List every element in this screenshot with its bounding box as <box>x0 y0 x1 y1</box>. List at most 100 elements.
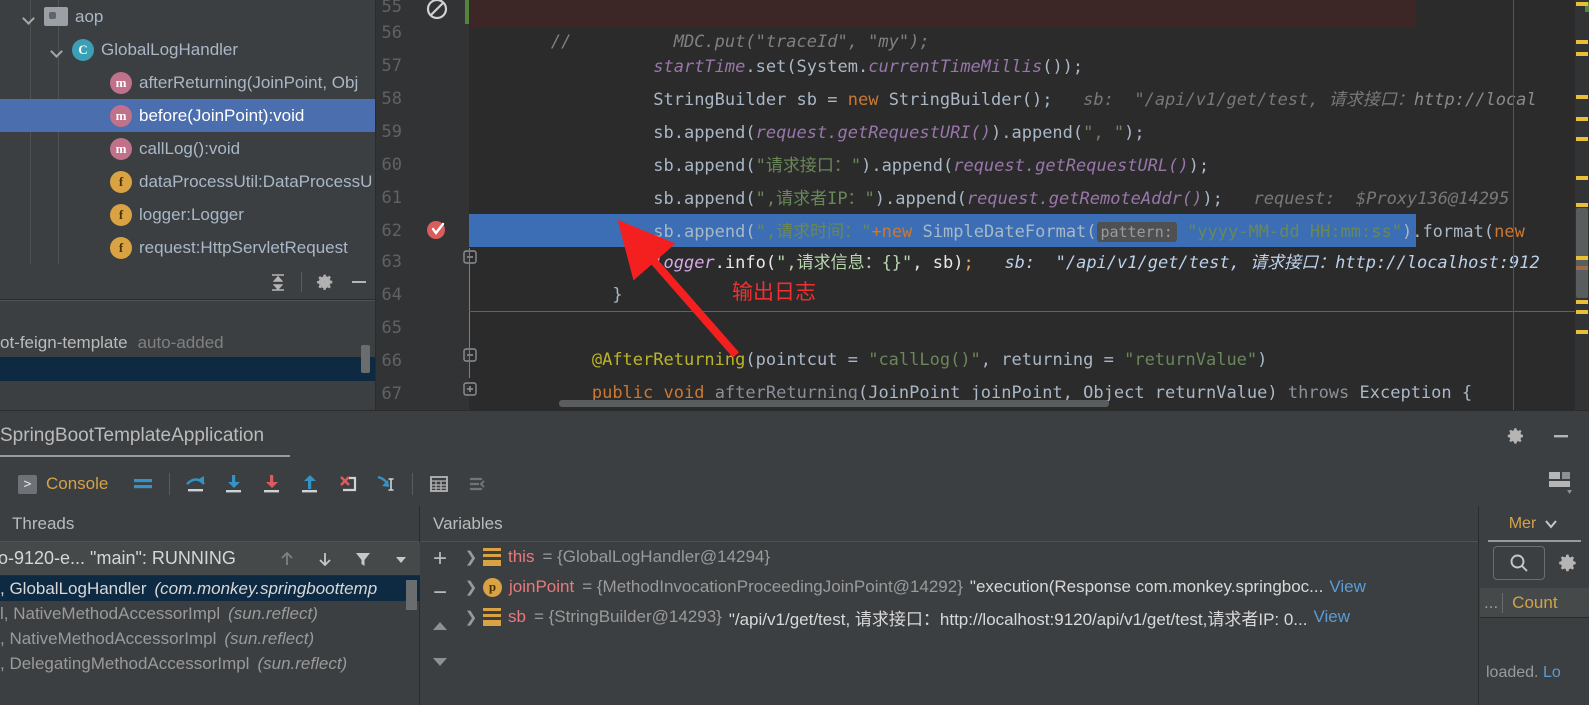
remove-watch-icon[interactable]: − <box>421 576 459 610</box>
structure-row-label: aop <box>75 6 104 26</box>
mini-panel-scrollbar[interactable] <box>361 345 370 373</box>
frame-row[interactable]: , GlobalLogHandler (com.monkey.springboo… <box>0 576 420 601</box>
variable-row-joinpoint[interactable]: ❯ p joinPoint = {MethodInvocationProceed… <box>459 572 1478 602</box>
memory-load-link[interactable]: Lo <box>1543 664 1561 681</box>
structure-row-afterreturning[interactable]: m afterReturning(JoinPoint, Obj <box>0 66 375 99</box>
mini-panel-row[interactable]: ot-feign-template auto-added <box>0 329 375 357</box>
filter-icon[interactable] <box>344 542 382 576</box>
toolbar-divider <box>301 271 302 292</box>
editor-right-margin <box>1513 0 1514 410</box>
chevron-down-icon[interactable] <box>382 542 420 576</box>
stripe-warning-marker[interactable] <box>1576 330 1588 334</box>
stripe-warning-marker[interactable] <box>1576 95 1588 99</box>
editor-horizontal-scrollbar[interactable] <box>559 400 1109 407</box>
step-over-icon[interactable] <box>177 467 215 501</box>
chevron-down-icon[interactable] <box>22 10 36 24</box>
structure-row-globalloghandler[interactable]: C GlobalLogHandler <box>0 33 375 66</box>
stripe-warning-marker[interactable] <box>1576 40 1588 44</box>
stripe-warning-marker[interactable] <box>1576 117 1588 121</box>
variable-row-this[interactable]: ❯ this = {GlobalLogHandler@14294} <box>459 542 1478 572</box>
run-to-cursor-icon[interactable] <box>367 467 405 501</box>
frames-scrollbar[interactable] <box>406 580 417 610</box>
move-down-icon[interactable] <box>421 644 459 678</box>
arrow-down-icon[interactable] <box>306 542 344 576</box>
stripe-info-marker[interactable] <box>1576 266 1588 270</box>
frames-view-icon[interactable] <box>124 467 162 501</box>
editor-gutter[interactable]: 55 56 57 58 59 60 61 62 63 64 65 66 67 <box>376 0 477 410</box>
console-tab-button[interactable]: > Console <box>18 474 108 494</box>
gear-icon[interactable] <box>308 267 342 297</box>
add-watch-icon[interactable]: + <box>421 542 459 576</box>
memory-search-button[interactable] <box>1493 546 1545 580</box>
mute-breakpoints-icon[interactable] <box>458 467 496 501</box>
stripe-warning-marker[interactable] <box>1576 52 1588 56</box>
frame-name: , NativeMethodAccessorImpl <box>0 628 217 648</box>
chevron-right-icon[interactable]: ❯ <box>459 578 483 596</box>
memory-column-headers[interactable]: ... Count <box>1480 588 1589 618</box>
field-icon: f <box>110 236 132 259</box>
frame-row[interactable]: , DelegatingMethodAccessorImpl (sun.refl… <box>0 651 420 676</box>
frames-list[interactable]: , GlobalLogHandler (com.monkey.springboo… <box>0 576 420 705</box>
step-into-icon[interactable] <box>215 467 253 501</box>
structure-row-aop[interactable]: aop <box>0 0 375 33</box>
code-field: logger <box>653 253 715 273</box>
memory-header[interactable]: Mer <box>1480 506 1589 542</box>
services-mini-panel: ot-feign-template auto-added <box>0 300 375 410</box>
code-line-59: sb.append("请求接口：").append(request.getReq… <box>469 117 1209 176</box>
frame-package: (sun.reflect) <box>224 628 315 648</box>
breakpoint-verified-icon[interactable] <box>424 217 448 241</box>
arrow-up-icon[interactable] <box>268 542 306 576</box>
code-text: ; <box>963 253 974 273</box>
structure-row-before[interactable]: m before(JoinPoint):void <box>0 99 375 132</box>
structure-row-request[interactable]: f request:HttpServletRequest <box>0 231 375 264</box>
structure-row-calllog[interactable]: m callLog():void <box>0 132 375 165</box>
hide-panel-icon[interactable] <box>342 267 375 297</box>
collapse-all-icon[interactable] <box>261 267 295 297</box>
object-icon <box>483 548 501 566</box>
error-stripe-gutter[interactable] <box>1575 0 1589 410</box>
stripe-warning-marker[interactable] <box>1576 310 1588 314</box>
variable-string-value: "execution(Response com.monkey.springboc… <box>969 577 1324 596</box>
variable-value: = {StringBuilder@14293} <box>533 607 722 626</box>
evaluate-expression-icon[interactable] <box>420 467 458 501</box>
stripe-warning-marker[interactable] <box>1576 176 1588 180</box>
structure-toolbar <box>0 264 375 300</box>
chevron-right-icon[interactable]: ❯ <box>459 608 483 626</box>
hide-panel-icon[interactable] <box>1549 424 1573 448</box>
mini-panel-row-selected[interactable] <box>0 357 375 381</box>
code-text-area[interactable]: // MDC.put("traceId", "my"); startTime.s… <box>469 0 1589 410</box>
stripe-warning-marker[interactable] <box>1576 137 1588 141</box>
editor-scrollbar-thumb[interactable] <box>1576 208 1588 298</box>
variables-list[interactable]: ❯ this = {GlobalLogHandler@14294} ❯ p jo… <box>459 542 1478 705</box>
code-editor[interactable]: 55 56 57 58 59 60 61 62 63 64 65 66 67 /… <box>376 0 1589 410</box>
stripe-warning-marker[interactable] <box>1576 256 1588 260</box>
frame-name: , DelegatingMethodAccessorImpl <box>0 653 250 673</box>
structure-row-logger[interactable]: f logger:Logger <box>0 198 375 231</box>
frame-row[interactable]: l, NativeMethodAccessorImpl (sun.reflect… <box>0 601 420 626</box>
column-divider[interactable] <box>1502 592 1504 613</box>
stripe-warning-marker[interactable] <box>1576 203 1588 207</box>
thread-selector-label: io-9120-e... "main": RUNNING <box>0 548 236 568</box>
drop-frame-icon[interactable] <box>329 467 367 501</box>
gear-icon[interactable] <box>1503 424 1527 448</box>
frame-row[interactable]: , NativeMethodAccessorImpl (sun.reflect) <box>0 626 420 651</box>
view-link[interactable]: View <box>1313 607 1350 627</box>
step-out-icon[interactable] <box>291 467 329 501</box>
structure-tree[interactable]: aop C GlobalLogHandler m afterReturning(… <box>0 0 375 264</box>
gear-icon[interactable] <box>1554 550 1580 576</box>
chevron-down-icon[interactable] <box>1542 515 1560 533</box>
stripe-warning-marker[interactable] <box>1576 2 1588 6</box>
chevron-right-icon[interactable]: ❯ <box>459 548 483 566</box>
chevron-down-icon[interactable] <box>50 43 64 57</box>
memory-header-label: Mer <box>1508 515 1537 532</box>
variable-row-sb[interactable]: ❯ sb = {StringBuilder@14293} "/api/v1/ge… <box>459 602 1478 632</box>
view-link[interactable]: View <box>1329 577 1366 597</box>
muted-breakpoint-icon[interactable] <box>424 0 448 20</box>
force-step-into-icon[interactable] <box>253 467 291 501</box>
structure-row-dataprocessutil[interactable]: f dataProcessUtil:DataProcessU <box>0 165 375 198</box>
stripe-warning-marker[interactable] <box>1576 300 1588 304</box>
toolbar-divider <box>412 473 414 495</box>
move-up-icon[interactable] <box>421 610 459 644</box>
layout-settings-icon[interactable] <box>1547 469 1575 495</box>
thread-selector[interactable]: io-9120-e... "main": RUNNING <box>0 542 420 576</box>
